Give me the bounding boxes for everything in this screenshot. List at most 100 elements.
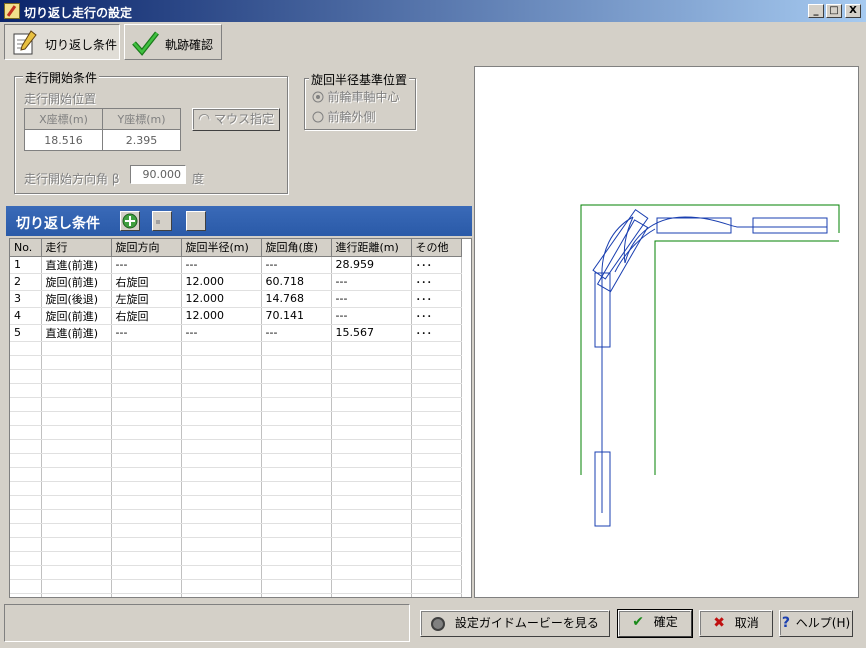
cell-no[interactable]	[10, 495, 42, 510]
cell-other[interactable]	[411, 509, 462, 524]
cell-distance[interactable]: 15.567	[331, 324, 412, 342]
cell-no[interactable]	[10, 453, 42, 468]
cell-distance[interactable]	[331, 523, 412, 538]
cell-turn-angle[interactable]	[261, 537, 332, 552]
cell-turn-direction[interactable]	[111, 495, 182, 510]
cell-turn-radius[interactable]	[181, 593, 262, 597]
cell-turn-angle[interactable]: ---	[261, 256, 332, 274]
cell-turn-angle[interactable]: 14.768	[261, 290, 332, 308]
cell-travel[interactable]	[41, 481, 112, 496]
cell-turn-angle[interactable]	[261, 355, 332, 370]
cell-turn-radius[interactable]	[181, 481, 262, 496]
cell-turn-angle[interactable]	[261, 397, 332, 412]
cell-other[interactable]	[411, 551, 462, 566]
cell-turn-angle[interactable]: 70.141	[261, 307, 332, 325]
cell-distance[interactable]: ---	[331, 307, 412, 325]
cell-travel[interactable]	[41, 523, 112, 538]
cell-turn-direction[interactable]	[111, 411, 182, 426]
cell-other[interactable]	[411, 481, 462, 496]
cell-turn-direction[interactable]	[111, 383, 182, 398]
cell-travel[interactable]	[41, 397, 112, 412]
cell-no[interactable]: 2	[10, 273, 42, 291]
cell-no[interactable]	[10, 579, 42, 594]
cell-turn-direction[interactable]: ---	[111, 256, 182, 274]
cell-distance[interactable]	[331, 565, 412, 580]
cell-turn-radius[interactable]	[181, 397, 262, 412]
cell-turn-radius[interactable]: ---	[181, 324, 262, 342]
cell-turn-angle[interactable]	[261, 383, 332, 398]
cell-travel[interactable]	[41, 439, 112, 454]
cell-distance[interactable]	[331, 467, 412, 482]
cell-travel[interactable]	[41, 425, 112, 440]
cell-distance[interactable]	[331, 537, 412, 552]
table-row[interactable]	[10, 537, 462, 552]
table-row[interactable]	[10, 495, 462, 510]
cell-turn-radius[interactable]	[181, 355, 262, 370]
table-row[interactable]	[10, 509, 462, 524]
cell-distance[interactable]	[331, 439, 412, 454]
conditions-grid[interactable]: No. 走行 旋回方向 旋回半径(m) 旋回角(度) 進行距離(m) その他 1…	[9, 238, 472, 598]
cell-other[interactable]	[411, 593, 462, 597]
cell-distance[interactable]	[331, 355, 412, 370]
cell-turn-direction[interactable]	[111, 397, 182, 412]
cell-turn-angle[interactable]: 60.718	[261, 273, 332, 291]
cell-turn-direction[interactable]	[111, 425, 182, 440]
cell-turn-direction[interactable]	[111, 369, 182, 384]
cell-other[interactable]	[411, 383, 462, 398]
cell-other[interactable]	[411, 495, 462, 510]
cell-turn-radius[interactable]: 12.000	[181, 307, 262, 325]
cell-turn-direction[interactable]	[111, 523, 182, 538]
table-row[interactable]: 3 旋回(後退) 左旋回 12.000 14.768 --- ･･･	[10, 290, 462, 308]
cell-turn-radius[interactable]	[181, 523, 262, 538]
cell-travel[interactable]: 旋回(前進)	[41, 273, 112, 291]
confirm-button[interactable]: ✔ 確定	[617, 609, 693, 638]
cell-turn-direction[interactable]	[111, 439, 182, 454]
cell-distance[interactable]	[331, 481, 412, 496]
table-row[interactable]: 2 旋回(前進) 右旋回 12.000 60.718 --- ･･･	[10, 273, 462, 291]
cell-turn-radius[interactable]: 12.000	[181, 273, 262, 291]
cell-turn-radius[interactable]	[181, 425, 262, 440]
cell-other[interactable]: ･･･	[411, 290, 462, 308]
help-button[interactable]: ? ヘルプ(H)	[779, 610, 853, 637]
table-row[interactable]	[10, 467, 462, 482]
cell-turn-angle[interactable]	[261, 341, 332, 356]
cell-turn-direction[interactable]	[111, 579, 182, 594]
cell-no[interactable]: 3	[10, 290, 42, 308]
cell-distance[interactable]	[331, 453, 412, 468]
cell-other[interactable]	[411, 397, 462, 412]
cell-turn-radius[interactable]	[181, 467, 262, 482]
minimize-button[interactable]: _	[808, 4, 824, 18]
cell-travel[interactable]	[41, 565, 112, 580]
cell-no[interactable]	[10, 383, 42, 398]
cell-travel[interactable]	[41, 593, 112, 597]
trajectory-canvas[interactable]	[474, 66, 859, 598]
cell-other[interactable]	[411, 355, 462, 370]
cell-other[interactable]	[411, 453, 462, 468]
cell-no[interactable]	[10, 411, 42, 426]
cell-distance[interactable]: ---	[331, 273, 412, 291]
cell-no[interactable]	[10, 341, 42, 356]
cell-other[interactable]	[411, 467, 462, 482]
table-row[interactable]: 5 直進(前進) --- --- --- 15.567 ･･･	[10, 324, 462, 342]
cell-turn-radius[interactable]	[181, 579, 262, 594]
cell-travel[interactable]	[41, 551, 112, 566]
cell-turn-angle[interactable]	[261, 481, 332, 496]
cell-other[interactable]: ･･･	[411, 273, 462, 291]
table-row[interactable]: 4 旋回(前進) 右旋回 12.000 70.141 --- ･･･	[10, 307, 462, 325]
cell-turn-angle[interactable]	[261, 411, 332, 426]
table-row[interactable]	[10, 341, 462, 356]
close-button[interactable]: X	[845, 4, 861, 18]
cell-no[interactable]: 1	[10, 256, 42, 274]
cell-turn-direction[interactable]	[111, 593, 182, 597]
delete-row-button[interactable]	[186, 211, 206, 231]
cell-travel[interactable]	[41, 411, 112, 426]
table-row[interactable]	[10, 523, 462, 538]
table-row[interactable]	[10, 369, 462, 384]
table-row[interactable]	[10, 481, 462, 496]
cell-turn-direction[interactable]: 右旋回	[111, 307, 182, 325]
cell-distance[interactable]: ---	[331, 290, 412, 308]
cell-other[interactable]	[411, 425, 462, 440]
cell-turn-angle[interactable]	[261, 551, 332, 566]
table-row[interactable]	[10, 439, 462, 454]
cell-distance[interactable]	[331, 341, 412, 356]
